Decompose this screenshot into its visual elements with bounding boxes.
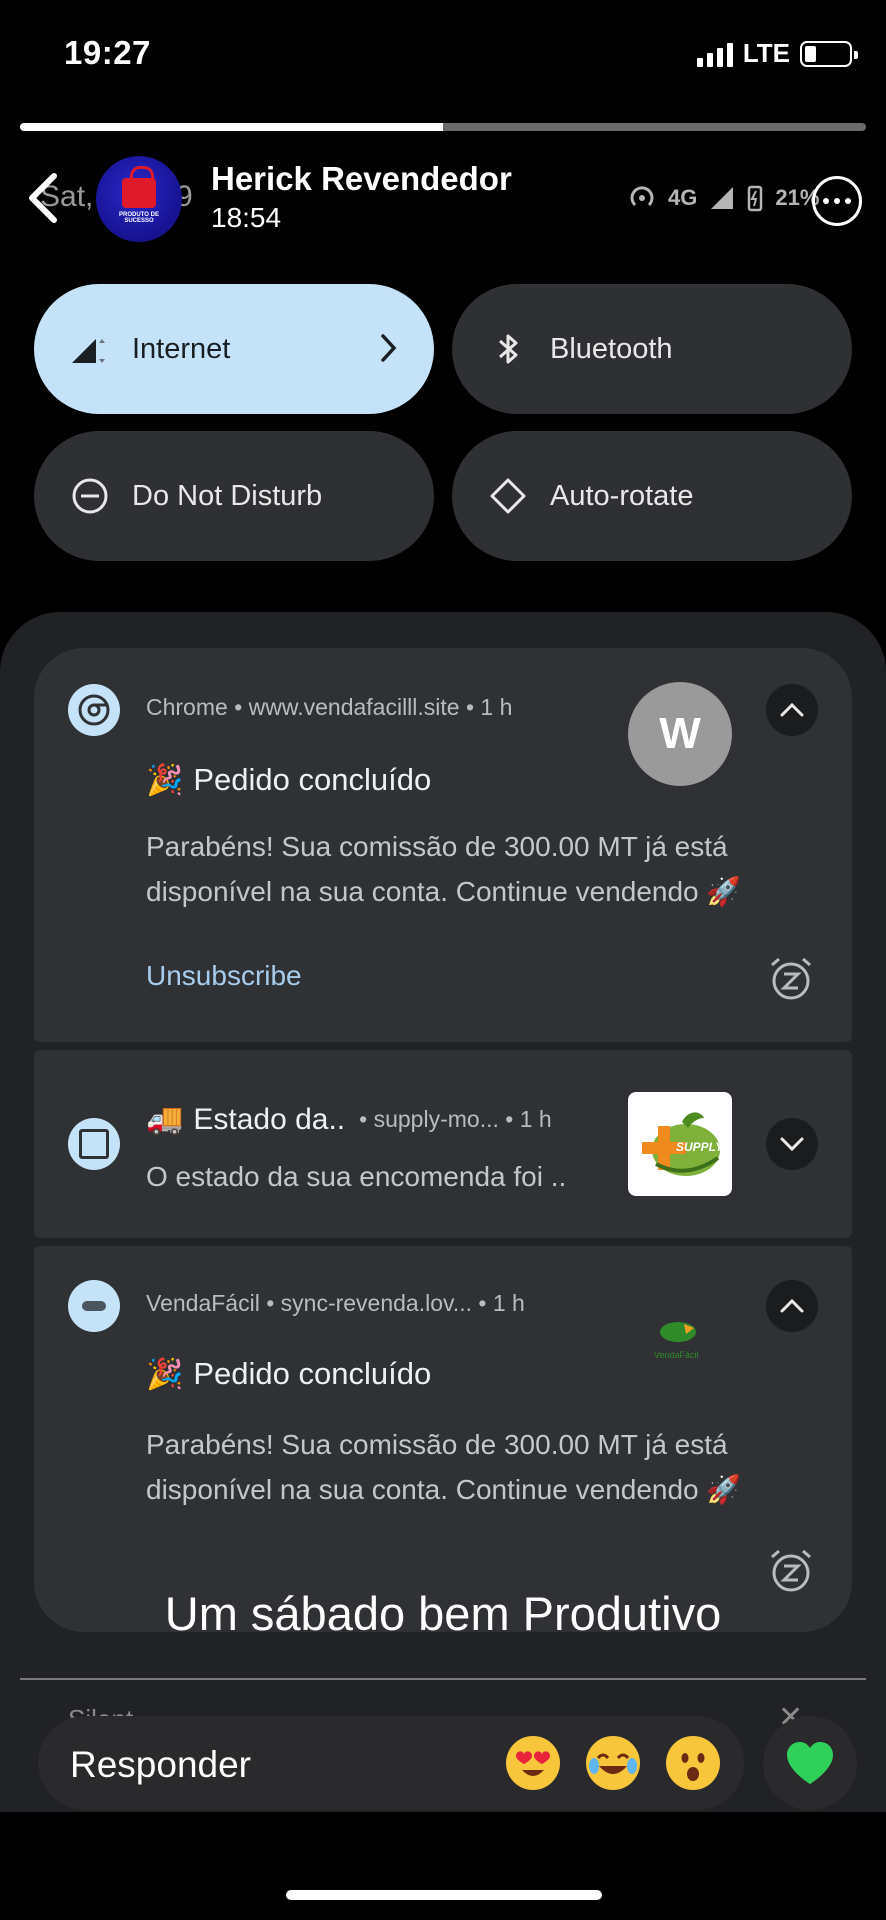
dot-icon [834,198,840,204]
notification-supply[interactable]: 🚚 Estado da.. • supply-mo... • 1 h O esta… [34,1050,852,1238]
story-username[interactable]: Herick Revendedor [211,160,512,198]
shopping-bag-icon [122,166,156,208]
notification-chrome[interactable]: Chrome • www.vendafacilll.site • 1 h W 🎉… [34,648,852,1042]
surprised-emoji-icon[interactable] [666,1736,720,1790]
chevron-right-icon [381,334,397,362]
supply-logo: SUPPLY [628,1092,732,1196]
qs-internet-label: Internet [132,332,231,365]
chevron-left-icon [29,173,57,223]
notification-title: 🎉 Pedido concluído [146,762,432,797]
do-not-disturb-icon [70,476,110,516]
qs-dnd-label: Do Not Disturb [132,479,323,512]
notification-vendafacil[interactable]: VendaFácil • sync-revenda.lov... • 1 h V… [34,1246,852,1632]
avatar-text: PRODUTO DE SUCESSO [119,212,159,224]
battery-icon [800,40,858,67]
collapse-button[interactable] [766,1280,818,1332]
hotspot-icon [630,186,654,207]
expand-button[interactable] [766,1118,818,1170]
ios-status-bar: 19:27 LTE [0,0,886,110]
signal-icon [70,329,110,369]
qs-bluetooth-label: Bluetooth [550,332,673,365]
chevron-up-icon [780,702,804,717]
story-progress-fill [20,123,443,131]
like-button[interactable] [763,1716,857,1810]
tears-of-joy-emoji-icon[interactable] [586,1736,640,1790]
party-popper-icon: 🎉 [146,1357,184,1391]
qs-tile-auto-rotate[interactable]: Auto-rotate [452,431,852,561]
background-network-label: 4G [668,185,698,210]
reply-bar[interactable]: Responder [38,1716,744,1810]
vendafacil-logo-text: VendaFácil [654,1350,699,1360]
shade-divider [20,1678,866,1680]
signal-icon [711,187,734,209]
notification-title: 🚚 Estado da.. • supply-mo... • 1 h [146,1102,552,1137]
qs-autorotate-label: Auto-rotate [550,479,694,512]
delivery-truck-icon: 🚚 [146,1103,184,1136]
heart-icon [787,1742,833,1784]
unsubscribe-link[interactable]: Unsubscribe [146,960,302,992]
chevron-up-icon [780,1298,804,1313]
sender-avatar: W [628,682,732,786]
status-time: 19:27 [64,34,151,71]
vendafacil-app-icon [68,1280,120,1332]
cellular-signal-icon [696,41,733,67]
story-progress-bar [20,123,866,131]
notification-body: Parabéns! Sua comissão de 300.00 MT já e… [146,1429,742,1505]
party-popper-icon: 🎉 [146,763,184,797]
notification-body: O estado da sua encomenda foi .. [146,1161,567,1192]
collapse-button[interactable] [766,684,818,736]
notification-body: Parabéns! Sua comissão de 300.00 MT já e… [146,831,742,907]
qs-tile-bluetooth[interactable]: Bluetooth [452,284,852,414]
story-timestamp: 18:54 [211,202,282,233]
story-caption: Um sábado bem Produtivo [164,1587,722,1640]
heart-eyes-emoji-icon[interactable] [506,1736,560,1790]
chevron-down-icon [780,1137,804,1152]
network-type: LTE [742,38,790,68]
dot-icon [823,198,829,204]
dot-icon [845,198,851,204]
notification-meta: VendaFácil • sync-revenda.lov... • 1 h [146,1290,525,1316]
back-button[interactable] [22,168,66,228]
auto-rotate-icon [488,476,528,516]
notification-meta: Chrome • www.vendafacilll.site • 1 h [146,694,513,720]
story-header: Sat, 9 PRODUTO DE SUCESSO Herick Revende… [0,148,886,248]
more-options-button[interactable] [812,176,862,226]
background-status-icons: 4G 21% [628,184,819,212]
avatar[interactable]: PRODUTO DE SUCESSO [96,156,182,242]
bluetooth-icon [488,329,528,369]
home-indicator[interactable] [286,1890,602,1900]
battery-charging-icon [748,185,763,212]
qs-tile-internet[interactable]: Internet [34,284,434,414]
snooze-icon[interactable] [768,956,814,1002]
qs-tile-do-not-disturb[interactable]: Do Not Disturb [34,431,434,561]
chrome-icon [68,684,120,736]
notification-title: 🎉 Pedido concluído [146,1356,432,1391]
app-square-icon [68,1118,120,1170]
reply-input[interactable]: Responder [70,1744,251,1786]
